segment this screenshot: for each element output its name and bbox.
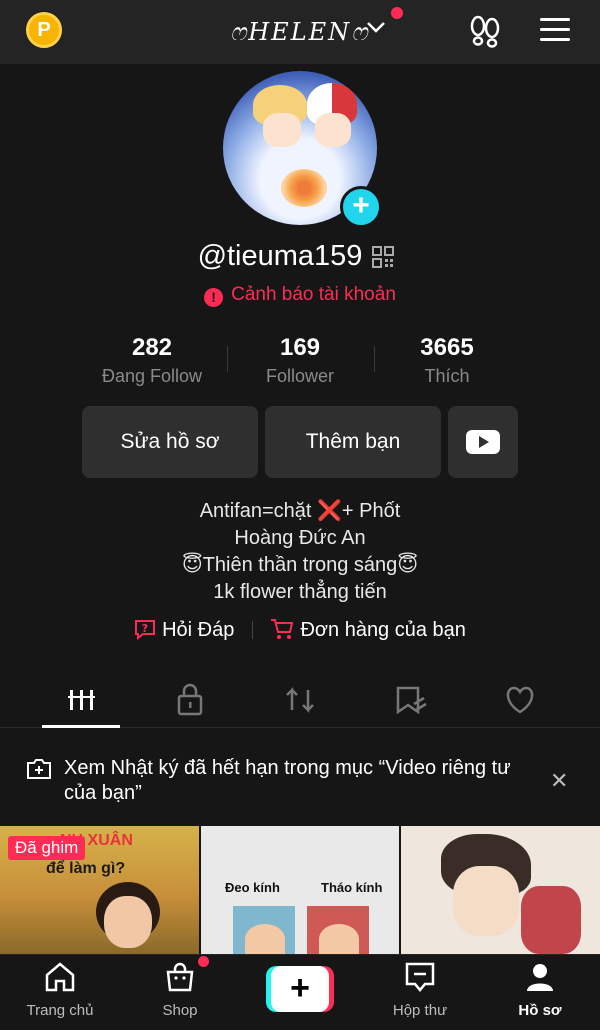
orders-label: Đơn hàng của bạn: [300, 619, 466, 641]
profile-stats: 282 Đang Follow 169 Follower 3665 Thích: [0, 334, 600, 394]
inbox-icon: [405, 962, 435, 992]
repost-icon[interactable]: [270, 682, 330, 718]
create-plus-icon[interactable]: +: [266, 966, 334, 1012]
qa-link[interactable]: ? Hỏi Đáp: [134, 618, 234, 642]
bio-line: Hoàng Đức An: [234, 527, 366, 549]
nav-inbox[interactable]: Hộp thư: [370, 961, 470, 1019]
warning-icon: !: [204, 288, 224, 307]
svg-text:?: ?: [142, 622, 148, 635]
lock-icon[interactable]: [160, 682, 220, 718]
video-label: Đeo kính: [225, 880, 280, 895]
expired-diary-notice[interactable]: Xem Nhật ký đã hết hạn trong mục “Video …: [0, 742, 600, 826]
nav-label: Hồ sơ: [518, 1002, 562, 1019]
nav-label: Hộp thư: [392, 1002, 448, 1019]
stat-following[interactable]: 282 Đang Follow: [72, 334, 232, 387]
bio-line: 1k flower thẳng tiến: [213, 581, 387, 603]
likes-count: 3665: [420, 334, 474, 361]
chevron-down-icon[interactable]: [366, 20, 386, 34]
close-icon[interactable]: ✕: [550, 768, 568, 794]
video-thumbnail[interactable]: NH XUÂN để làm gì? Đã ghim: [0, 826, 199, 954]
orders-link[interactable]: Đơn hàng của bạn: [270, 618, 466, 642]
video-thumbnail[interactable]: [401, 826, 600, 954]
following-label: Đang Follow: [101, 366, 203, 386]
edit-profile-button[interactable]: Sửa hồ sơ: [82, 406, 258, 478]
bio-line: Antifan=chặt ❌+ Phốt: [199, 500, 401, 522]
grid-icon[interactable]: [52, 682, 112, 718]
account-warning-link[interactable]: ! Cảnh báo tài khoản: [0, 284, 600, 307]
video-thumbnail[interactable]: Đeo kính Tháo kính: [201, 826, 399, 954]
notification-dot: [391, 7, 403, 19]
footprint-icon[interactable]: [468, 14, 502, 48]
nav-label: Shop: [162, 1002, 198, 1019]
cart-icon: [271, 619, 294, 639]
active-tab-indicator: [42, 725, 120, 728]
nav-profile[interactable]: Hồ sơ: [490, 961, 590, 1019]
pinned-badge: Đã ghim: [8, 836, 86, 860]
likes-label: Thích: [424, 366, 470, 386]
account-warning-text: Cảnh báo tài khoản: [231, 284, 396, 305]
notice-text: Xem Nhật ký đã hết hạn trong mục “Video …: [64, 757, 511, 804]
camera-plus-icon: [27, 759, 51, 779]
nav-label: Trang chủ: [26, 1002, 94, 1019]
username: @tieuma159: [197, 240, 363, 272]
video-overlay-subtitle: để làm gì?: [46, 860, 126, 877]
stat-likes[interactable]: 3665 Thích: [367, 334, 527, 387]
profile-icon: [527, 964, 553, 991]
link-separator: [251, 621, 253, 639]
following-count: 282: [131, 334, 173, 361]
followers-label: Follower: [265, 366, 335, 386]
bio: Antifan=chặt ❌+ Phốt Hoàng Đức An 😇Thiên…: [0, 498, 600, 606]
shop-notification-dot: [198, 956, 209, 967]
nav-home[interactable]: Trang chủ: [10, 961, 110, 1019]
home-icon: [45, 962, 75, 992]
youtube-icon: [466, 430, 500, 454]
youtube-button[interactable]: [448, 406, 518, 478]
qa-label: Hỏi Đáp: [162, 619, 235, 641]
video-label: Tháo kính: [321, 880, 383, 895]
heart-icon[interactable]: [490, 682, 550, 718]
video-grid: NH XUÂN để làm gì? Đã ghim Đeo kính Tháo…: [0, 826, 600, 954]
followers-count: 169: [279, 334, 321, 361]
add-friends-button[interactable]: Thêm bạn: [265, 406, 441, 478]
top-bar: P ෆHELENෆ: [0, 0, 600, 64]
shop-bag-icon: [166, 962, 194, 992]
coin-icon[interactable]: P: [26, 12, 62, 48]
add-avatar-button[interactable]: +: [340, 186, 382, 228]
bookmark-icon[interactable]: [380, 682, 440, 718]
bio-line: 😇Thiên thần trong sáng😇: [181, 554, 419, 576]
question-icon: ?: [135, 620, 156, 641]
hamburger-menu-icon[interactable]: [540, 18, 570, 42]
qr-code-icon[interactable]: [372, 246, 394, 268]
nav-shop[interactable]: Shop: [130, 961, 230, 1019]
content-tabs: [0, 672, 600, 728]
profile-links: ? Hỏi Đáp Đơn hàng của bạn: [0, 618, 600, 642]
stat-followers[interactable]: 169 Follower: [220, 334, 380, 387]
account-name[interactable]: ෆHELENෆ: [230, 18, 369, 46]
